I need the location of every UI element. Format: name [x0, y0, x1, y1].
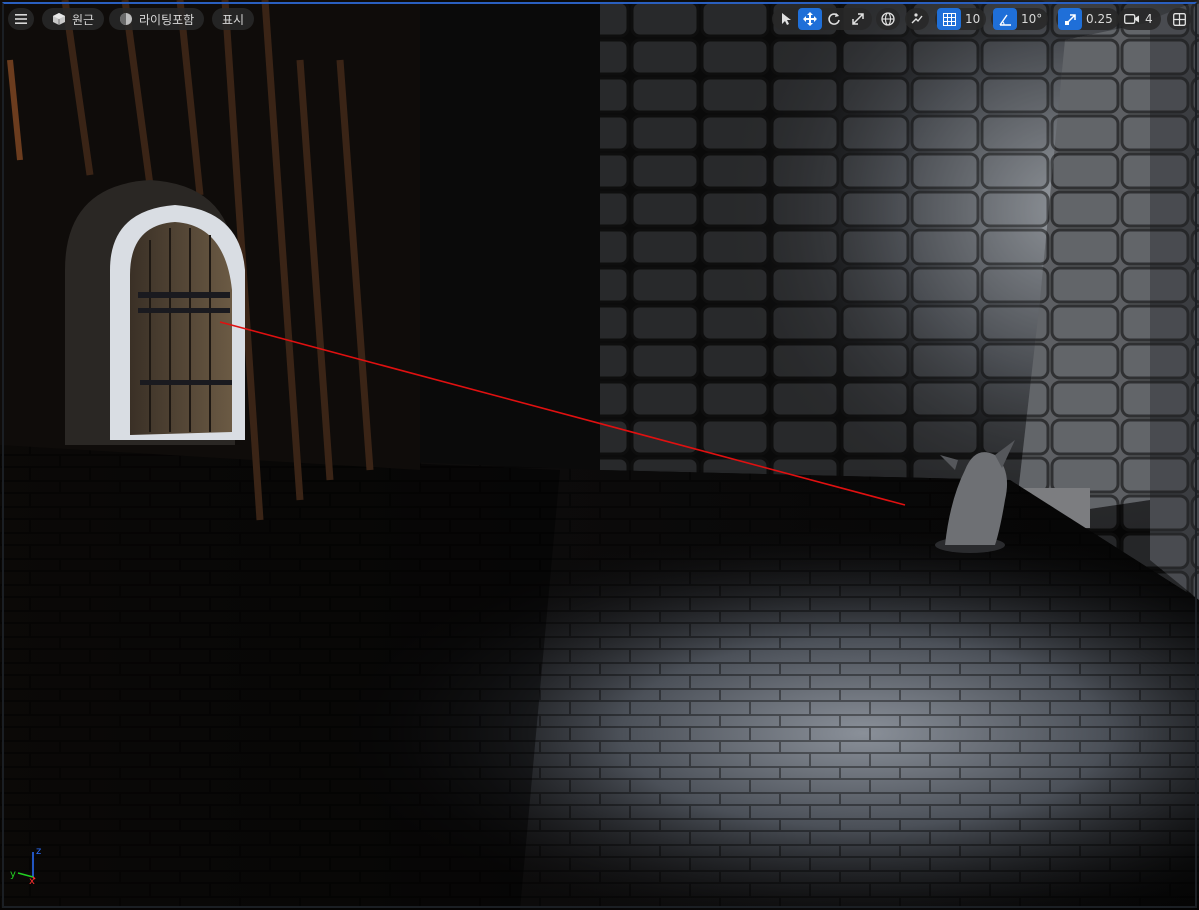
scale-icon	[852, 13, 864, 25]
scale-snap-value[interactable]: 0.25	[1082, 12, 1119, 26]
lighting-mode-button[interactable]: 라이팅포함	[109, 8, 205, 30]
viewport-layout-button[interactable]	[1167, 8, 1191, 30]
show-label: 표시	[222, 12, 245, 27]
grid-icon	[942, 12, 956, 26]
move-arrows-icon	[803, 12, 817, 26]
dungeon-scene	[0, 0, 1199, 910]
perspective-button[interactable]: 원근	[42, 8, 105, 30]
world-local-toggle[interactable]	[876, 8, 900, 30]
surface-snap-toggle[interactable]	[905, 8, 929, 30]
rotation-snap-value[interactable]: 10°	[1017, 12, 1048, 26]
rotate-icon	[828, 13, 840, 25]
lighting-label: 라이팅포함	[139, 12, 195, 27]
scale-tool-button[interactable]	[846, 8, 870, 30]
axis-y-label: y	[10, 869, 16, 880]
globe-icon	[881, 12, 895, 26]
camera-icon	[1124, 14, 1139, 24]
grid-snap-toggle[interactable]	[937, 8, 961, 30]
transform-tools	[772, 8, 872, 30]
grid-snap-control[interactable]: 10	[935, 8, 987, 30]
scale-snap-control[interactable]: 0.25	[1056, 8, 1119, 30]
lit-sphere-icon	[119, 12, 133, 26]
show-button[interactable]: 표시	[212, 8, 255, 30]
camera-speed-control[interactable]: 4	[1118, 8, 1161, 30]
rotation-snap-control[interactable]: 10°	[991, 8, 1049, 30]
select-tool-button[interactable]	[774, 8, 798, 30]
axis-z-label: z	[36, 846, 41, 857]
grid-snap-value[interactable]: 10	[961, 12, 986, 26]
cursor-icon	[782, 13, 791, 25]
axis-x-label: x	[29, 876, 35, 887]
angle-icon	[998, 14, 1011, 26]
surface-snap-icon	[911, 13, 923, 24]
layout-icon	[1172, 12, 1186, 26]
viewport-menu[interactable]	[8, 8, 34, 30]
cube-icon	[52, 12, 66, 26]
camera-speed-value: 4	[1145, 12, 1153, 26]
scale-snap-toggle[interactable]	[1058, 8, 1082, 30]
rotation-snap-toggle[interactable]	[993, 8, 1017, 30]
perspective-label: 원근	[72, 12, 95, 27]
rotate-tool-button[interactable]	[822, 8, 846, 30]
move-tool-button[interactable]	[798, 8, 822, 30]
hamburger-menu-icon[interactable]	[15, 14, 27, 24]
scale-snap-icon	[1064, 13, 1076, 25]
level-viewport[interactable]: 원근 라이팅포함 표시 10 10° 0.25 4 z y x	[0, 0, 1199, 910]
axis-gizmo: z y x	[10, 846, 41, 887]
